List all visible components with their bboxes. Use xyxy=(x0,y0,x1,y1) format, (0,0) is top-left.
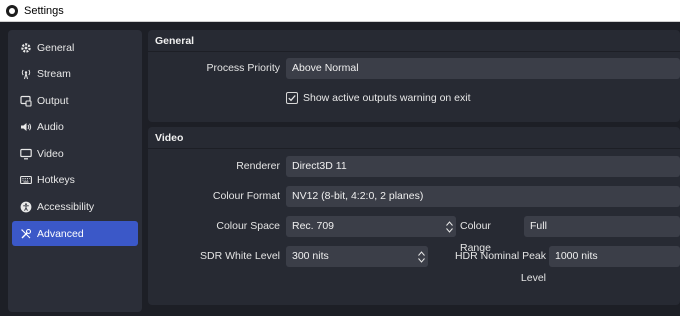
window-title: Settings xyxy=(24,4,64,17)
keyboard-icon xyxy=(20,174,32,186)
sidebar-item-general[interactable]: General xyxy=(12,35,138,60)
sdr-white-level-label: SDR White Level xyxy=(200,250,280,262)
sidebar-item-advanced[interactable]: Advanced xyxy=(12,221,138,247)
settings-content: General Process Priority Above Normal Sh… xyxy=(148,30,680,312)
settings-sidebar: General Stream Output Audio Video Hotkey… xyxy=(8,30,142,312)
colour-space-value: Rec. 709 xyxy=(292,220,335,232)
hdr-peak-level-label: HDR Nominal Peak Level xyxy=(454,250,546,284)
sidebar-item-label: Video xyxy=(37,147,64,160)
sidebar-item-label: Stream xyxy=(37,68,71,81)
colour-format-select[interactable]: NV12 (8-bit, 4:2:0, 2 planes) xyxy=(286,186,680,207)
chevron-up-icon xyxy=(417,250,425,256)
colour-space-label: Colour Space xyxy=(216,220,280,232)
process-priority-label: Process Priority xyxy=(206,62,280,74)
sdr-white-level-value: 300 nits xyxy=(292,250,329,262)
sidebar-item-label: Audio xyxy=(37,121,64,134)
settings-window: General Stream Output Audio Video Hotkey… xyxy=(0,23,680,316)
renderer-select[interactable]: Direct3D 11 xyxy=(286,156,680,177)
sidebar-item-video[interactable]: Video xyxy=(12,141,138,166)
colour-range-select[interactable]: Full xyxy=(524,216,680,237)
general-group: General Process Priority Above Normal Sh… xyxy=(148,30,680,122)
monitor-icon xyxy=(20,148,32,160)
sidebar-item-audio[interactable]: Audio xyxy=(12,115,138,140)
sidebar-item-label: Hotkeys xyxy=(37,174,75,187)
group-title-general: General xyxy=(148,30,680,52)
group-title-video: Video xyxy=(148,127,680,149)
show-warning-label: Show active outputs warning on exit xyxy=(303,92,471,104)
check-icon xyxy=(288,95,296,102)
tools-icon xyxy=(20,228,32,240)
process-priority-select[interactable]: Above Normal xyxy=(286,58,680,79)
broadcast-icon xyxy=(20,68,32,80)
sdr-white-level-spinner[interactable] xyxy=(414,246,428,267)
title-bar: Settings xyxy=(0,0,680,22)
accessibility-icon xyxy=(20,201,32,213)
output-icon xyxy=(20,95,32,107)
colour-space-spinner[interactable] xyxy=(442,216,456,237)
sidebar-item-label: Output xyxy=(37,94,69,107)
sidebar-item-accessibility[interactable]: Accessibility xyxy=(12,195,138,220)
sidebar-item-hotkeys[interactable]: Hotkeys xyxy=(12,168,138,193)
sidebar-item-label: Accessibility xyxy=(37,201,95,214)
speaker-icon xyxy=(20,121,32,133)
renderer-label: Renderer xyxy=(236,160,280,172)
sidebar-item-output[interactable]: Output xyxy=(12,88,138,113)
show-warning-checkbox[interactable] xyxy=(286,92,298,104)
hdr-peak-level-input[interactable]: 1000 nits xyxy=(549,246,680,267)
chevron-down-icon xyxy=(417,257,425,263)
chevron-down-icon xyxy=(445,227,453,233)
obs-logo-icon xyxy=(6,4,18,17)
sidebar-item-stream[interactable]: Stream xyxy=(12,62,138,87)
video-group: Video Renderer Direct3D 11 Colour Format… xyxy=(148,127,680,305)
colour-format-label: Colour Format xyxy=(212,190,280,202)
gear-icon xyxy=(20,42,32,54)
sdr-white-level-input[interactable]: 300 nits xyxy=(286,246,428,267)
colour-space-select[interactable]: Rec. 709 xyxy=(286,216,456,237)
chevron-up-icon xyxy=(445,220,453,226)
sidebar-item-label: General xyxy=(37,41,75,54)
sidebar-item-label: Advanced xyxy=(37,227,84,240)
